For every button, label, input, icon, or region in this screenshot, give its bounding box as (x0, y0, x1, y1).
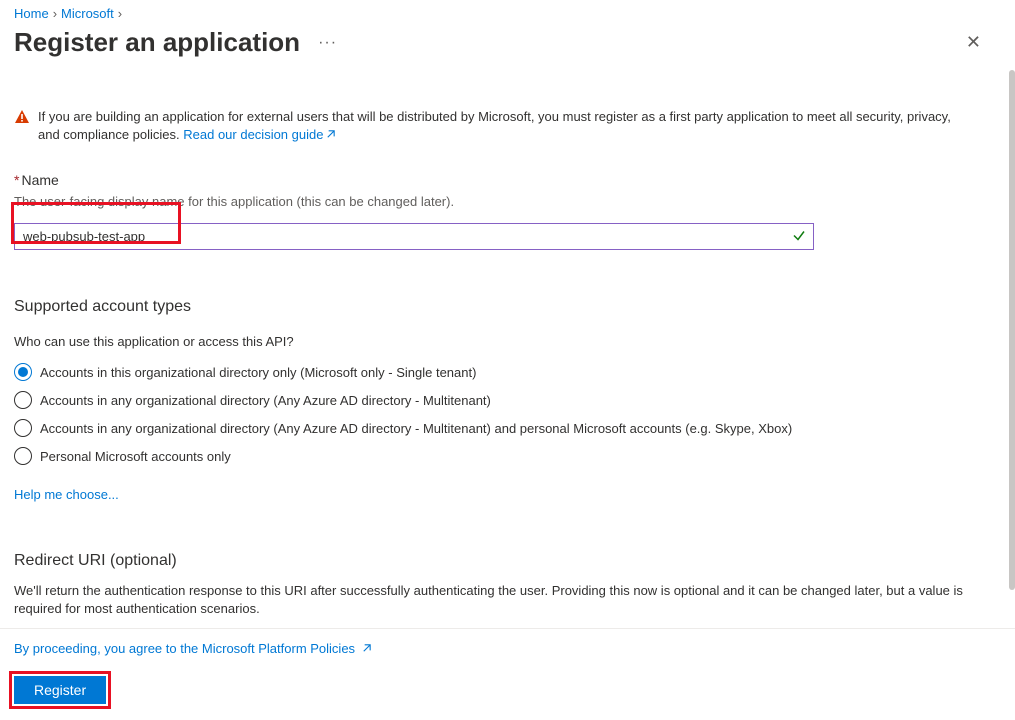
radio-single-tenant[interactable]: Accounts in this organizational director… (14, 363, 1001, 381)
page-title: Register an application (14, 27, 300, 58)
app-name-input[interactable] (14, 223, 814, 250)
name-field-description: The user-facing display name for this ap… (14, 194, 1001, 209)
breadcrumb-microsoft[interactable]: Microsoft (61, 6, 114, 21)
chevron-right-icon: › (53, 6, 57, 21)
radio-icon (14, 363, 32, 381)
radio-multitenant-personal[interactable]: Accounts in any organizational directory… (14, 419, 1001, 437)
account-types-radio-group: Accounts in this organizational director… (14, 363, 1001, 465)
checkmark-icon (792, 228, 806, 245)
warning-banner: If you are building an application for e… (14, 108, 1001, 144)
warning-text: If you are building an application for e… (38, 109, 951, 142)
platform-policies-link[interactable]: By proceeding, you agree to the Microsof… (14, 641, 1001, 656)
breadcrumb: Home › Microsoft › (14, 6, 1001, 21)
account-types-heading: Supported account types (14, 298, 1001, 316)
required-indicator: * (14, 172, 19, 188)
radio-icon (14, 391, 32, 409)
radio-personal-only[interactable]: Personal Microsoft accounts only (14, 447, 1001, 465)
redirect-uri-description: We'll return the authentication response… (14, 582, 1001, 618)
breadcrumb-home[interactable]: Home (14, 6, 49, 21)
chevron-right-icon: › (118, 6, 122, 21)
register-button[interactable]: Register (14, 676, 106, 704)
account-types-subtext: Who can use this application or access t… (14, 334, 1001, 349)
warning-icon (14, 109, 30, 125)
radio-icon (14, 419, 32, 437)
more-actions-icon[interactable]: ··· (318, 34, 337, 52)
name-field-label: *Name (14, 172, 1001, 188)
external-link-icon (361, 643, 372, 654)
decision-guide-link[interactable]: Read our decision guide (183, 127, 336, 142)
footer-bar: By proceeding, you agree to the Microsof… (0, 628, 1015, 720)
help-me-choose-link[interactable]: Help me choose... (14, 487, 119, 502)
scrollbar[interactable] (1009, 70, 1015, 590)
external-link-icon (325, 129, 336, 140)
close-icon[interactable]: ✕ (958, 28, 989, 57)
redirect-uri-heading: Redirect URI (optional) (14, 552, 1001, 570)
radio-multitenant[interactable]: Accounts in any organizational directory… (14, 391, 1001, 409)
radio-icon (14, 447, 32, 465)
